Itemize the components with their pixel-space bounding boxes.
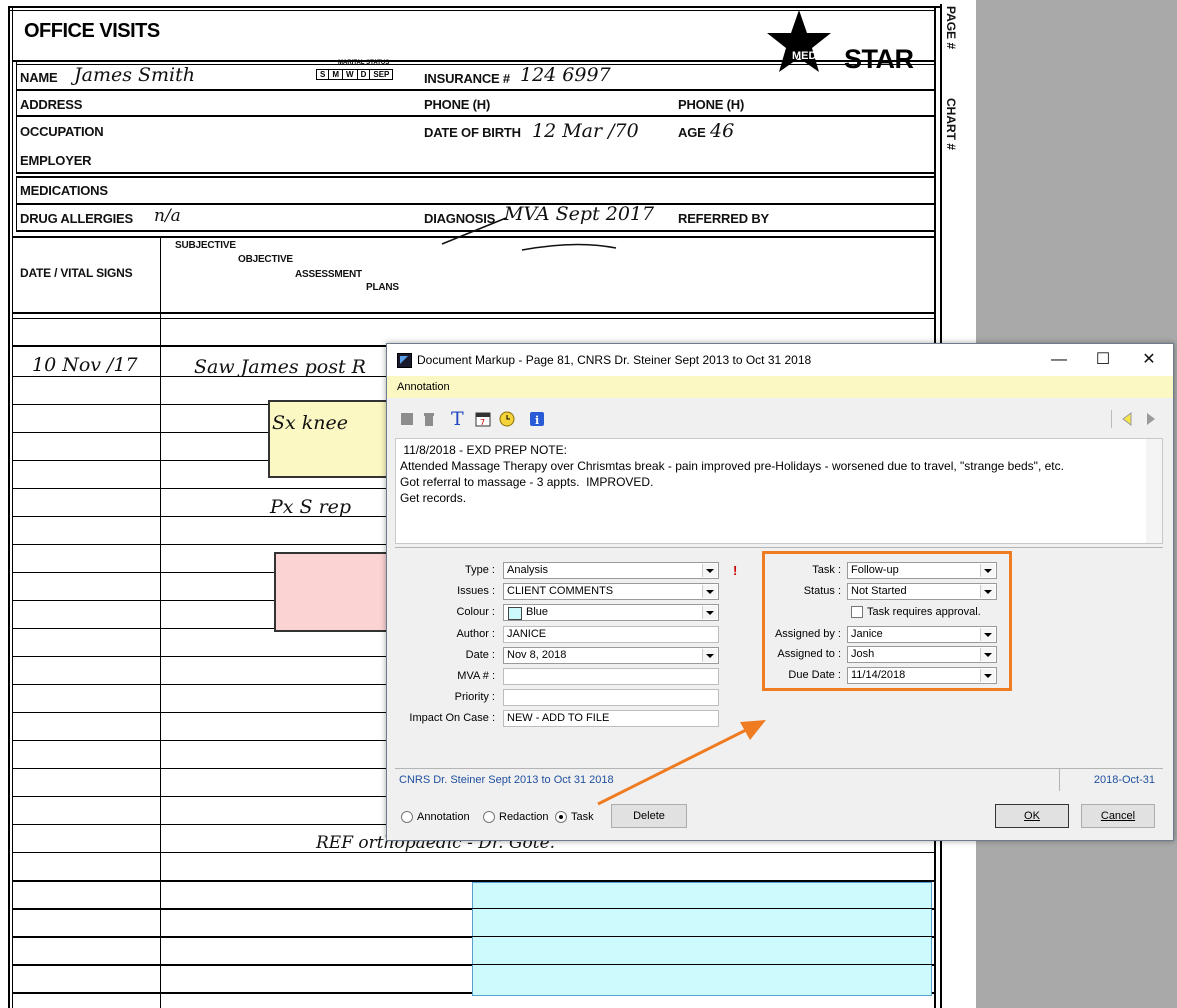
note3-handwriting: Px S rep	[270, 496, 352, 518]
form-title: OFFICE VISITS	[24, 20, 160, 42]
document-markup-dialog: Document Markup - Page 81, CNRS Dr. Stei…	[386, 343, 1174, 841]
name-label: NAME	[20, 70, 58, 85]
priority-input[interactable]	[503, 689, 719, 706]
insurance-label: INSURANCE #	[424, 71, 510, 86]
prev-arrow-icon[interactable]	[1119, 411, 1135, 427]
chevron-down-icon	[702, 564, 717, 577]
priority-flag-icon: !	[733, 563, 738, 578]
dob-handwriting: 12 Mar /70	[532, 120, 639, 142]
age-handwriting: 46	[710, 120, 735, 142]
ok-button[interactable]: OK	[995, 804, 1069, 828]
annotation-tab-strip: Annotation	[387, 376, 1173, 398]
subjective-label: SUBJECTIVE	[175, 240, 236, 251]
info-row-line	[16, 89, 934, 91]
clock-icon[interactable]	[499, 411, 515, 427]
next-arrow-icon[interactable]	[1143, 411, 1159, 427]
allergies-handwriting: n/a	[154, 206, 181, 226]
colour-swatch	[508, 607, 522, 620]
frame-top	[8, 6, 942, 8]
dialog-status-bar: CNRS Dr. Steiner Sept 2013 to Oct 31 201…	[395, 768, 1163, 791]
objective-label: OBJECTIVE	[238, 254, 293, 265]
task-radio-label: Task	[571, 811, 594, 823]
assessment-label: ASSESSMENT	[295, 269, 362, 280]
redaction-radio-label: Redaction	[499, 811, 549, 823]
date-picker[interactable]: Nov 8, 2018	[503, 647, 719, 664]
type-select[interactable]: Analysis	[503, 562, 719, 579]
notes-scrollbar[interactable]	[1146, 439, 1162, 543]
redaction-radio[interactable]	[483, 811, 495, 823]
annotation-radio-label: Annotation	[417, 811, 470, 823]
annotation-radio[interactable]	[401, 811, 413, 823]
mva-label: MVA # :	[457, 670, 495, 682]
visit-note-handwriting: Saw James post R	[194, 356, 366, 378]
date-vitals-label: DATE / VITAL SIGNS	[20, 266, 133, 280]
referred-by-label: REFERRED BY	[678, 211, 769, 226]
page-number-label: PAGE #	[944, 6, 958, 50]
priority-label: Priority :	[454, 691, 495, 703]
task-callout-highlight	[762, 551, 1012, 691]
issues-select[interactable]: CLIENT COMMENTS	[503, 583, 719, 600]
phone-label-2: PHONE (H)	[678, 97, 745, 112]
soap-header-bottom	[12, 312, 936, 314]
frame-left	[8, 6, 10, 1008]
frame-left-inner	[12, 6, 13, 1008]
diagnosis-scribble	[441, 217, 617, 251]
medications-label: MEDICATIONS	[20, 183, 108, 198]
calendar-icon[interactable]: 7	[475, 411, 491, 427]
chart-number-label: CHART #	[944, 98, 958, 151]
address-label: ADDRESS	[20, 97, 83, 112]
minimize-button[interactable]: —	[1037, 346, 1081, 374]
age-label: AGE	[678, 125, 706, 140]
type-label: Type :	[465, 564, 495, 576]
dob-label: DATE OF BIRTH	[424, 125, 521, 140]
date-label: Date :	[465, 649, 495, 661]
orange-callout-arrow	[597, 720, 766, 806]
info-icon[interactable]: i	[529, 411, 545, 427]
author-input[interactable]: JANICE	[503, 626, 719, 643]
author-label: Author :	[456, 628, 495, 640]
blue-highlight-annotation[interactable]	[472, 882, 932, 996]
marital-status-boxes: S M W D SEP	[316, 69, 394, 80]
employer-label: EMPLOYER	[20, 153, 92, 168]
dialog-title: Document Markup - Page 81, CNRS Dr. Stei…	[417, 353, 812, 367]
pink-highlight-annotation[interactable]	[274, 552, 392, 632]
svg-text:i: i	[535, 414, 539, 427]
insurance-handwriting: 124 6997	[520, 64, 611, 86]
note2-handwriting: Sx knee	[272, 412, 349, 434]
annotation-notes-textarea[interactable]: 11/8/2018 - EXD PREP NOTE: Attended Mass…	[395, 438, 1163, 544]
app-icon	[397, 353, 412, 368]
status-document-name: CNRS Dr. Steiner Sept 2013 to Oct 31 201…	[399, 774, 614, 786]
impact-label: Impact On Case :	[409, 712, 495, 724]
delete-icon[interactable]	[421, 411, 437, 427]
plans-label: PLANS	[366, 282, 399, 293]
task-radio[interactable]	[555, 811, 567, 823]
drug-allergies-label: DRUG ALLERGIES	[20, 211, 134, 226]
patient-name-handwriting: James Smith	[74, 64, 195, 86]
tab-annotation[interactable]: Annotation	[397, 381, 450, 393]
colour-select[interactable]: Blue	[503, 604, 719, 621]
stop-icon[interactable]	[399, 411, 415, 427]
chevron-down-icon	[702, 649, 717, 662]
maximize-button[interactable]: ☐	[1081, 346, 1125, 374]
marital-status-label: MARITAL STATUS	[338, 60, 390, 66]
issues-label: Issues :	[457, 585, 495, 597]
phone-label-1: PHONE (H)	[424, 97, 491, 112]
status-date: 2018-Oct-31	[1093, 774, 1155, 786]
colour-label: Colour :	[456, 606, 495, 618]
text-tool-icon[interactable]: T	[451, 408, 467, 430]
info-box-top	[12, 60, 936, 62]
svg-text:7: 7	[480, 418, 485, 427]
chevron-down-icon	[702, 606, 717, 619]
chevron-down-icon	[702, 585, 717, 598]
date-column-divider	[160, 236, 161, 1008]
cancel-button[interactable]: Cancel	[1081, 804, 1155, 828]
close-button[interactable]: ✕	[1127, 346, 1171, 374]
dialog-titlebar[interactable]: Document Markup - Page 81, CNRS Dr. Stei…	[387, 344, 1173, 376]
occupation-label: OCCUPATION	[20, 124, 104, 139]
mva-input[interactable]	[503, 668, 719, 685]
visit-date-handwriting: 10 Nov /17	[32, 354, 138, 376]
